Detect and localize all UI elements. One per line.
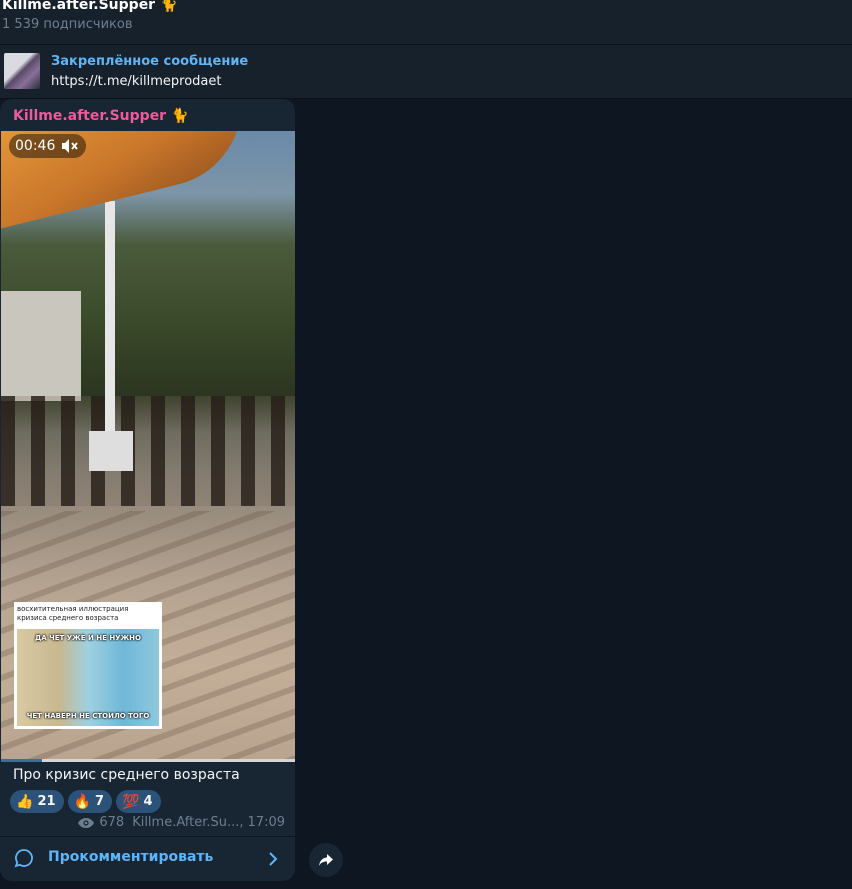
meme-overlay: восхитительная иллюстрация кризиса средн…	[14, 602, 162, 729]
reaction-count: 7	[94, 794, 105, 809]
meme-top-caption: ДА ЧЕТ УЖЕ И НЕ НУЖНО	[35, 634, 141, 642]
channel-post: Killme.after.Supper 🐈 00:46 восхитительн…	[0, 99, 295, 881]
video-duration-badge[interactable]: 00:46	[9, 134, 87, 158]
subscriber-count: 1 539 подписчиков	[2, 17, 133, 32]
thumbs-up-icon: 👍	[16, 793, 34, 810]
reaction-thumbs-up[interactable]: 👍 21	[10, 790, 64, 813]
post-signature: Killme.After.Su...,	[132, 815, 244, 830]
muted-speaker-icon[interactable]	[61, 138, 79, 154]
video-scene-pole-base	[89, 431, 133, 471]
eye-icon	[78, 817, 95, 828]
reaction-hundred[interactable]: 💯 4	[116, 790, 161, 813]
fire-icon: 🔥	[73, 793, 91, 810]
video-player[interactable]: 00:46 восхитительная иллюстрация кризиса…	[1, 131, 295, 760]
video-scene-building	[1, 291, 81, 401]
reaction-count: 4	[143, 794, 153, 809]
reaction-count: 21	[37, 794, 56, 809]
share-button[interactable]	[309, 843, 343, 877]
hundred-points-icon: 💯	[122, 793, 140, 810]
pinned-message-bar[interactable]: Закреплённое сообщение https://t.me/kill…	[0, 44, 852, 99]
video-progress-fill	[1, 759, 43, 762]
comment-button[interactable]: Прокомментировать	[0, 837, 295, 881]
channel-title[interactable]: Killme.after.Supper 🐈	[2, 0, 852, 12]
reactions-row: 👍 21 🔥 7 💯 4	[10, 790, 161, 813]
video-progress-bar[interactable]	[1, 759, 295, 762]
chevron-right-icon	[269, 852, 278, 866]
meme-text: восхитительная иллюстрация кризиса средн…	[17, 605, 129, 622]
pinned-thumbnail	[4, 53, 40, 89]
comment-label: Прокомментировать	[48, 849, 214, 865]
post-author[interactable]: Killme.after.Supper 🐈	[13, 108, 188, 124]
comment-bubble-icon	[14, 849, 33, 868]
pinned-title: Закреплённое сообщение	[51, 54, 249, 69]
post-time: 17:09	[247, 815, 285, 830]
video-duration: 00:46	[15, 138, 56, 154]
meme-bottom-caption: ЧЕТ НАВЕРН НЕ СТОИЛО ТОГО	[26, 712, 150, 720]
share-arrow-icon	[319, 854, 333, 866]
view-count: 678	[99, 815, 125, 830]
meme-picture: ДА ЧЕТ УЖЕ И НЕ НУЖНО ЧЕТ НАВЕРН НЕ СТОИ…	[17, 629, 159, 726]
pinned-link[interactable]: https://t.me/killmeprodaet	[51, 74, 221, 89]
post-meta: 678 Killme.After.Su..., 17:09	[77, 815, 285, 830]
chat-header[interactable]: Killme.after.Supper 🐈 1 539 подписчиков	[0, 0, 852, 44]
reaction-fire[interactable]: 🔥 7	[67, 790, 113, 813]
video-scene-furniture	[1, 396, 295, 506]
post-caption: Про кризис среднего возраста	[13, 767, 240, 783]
